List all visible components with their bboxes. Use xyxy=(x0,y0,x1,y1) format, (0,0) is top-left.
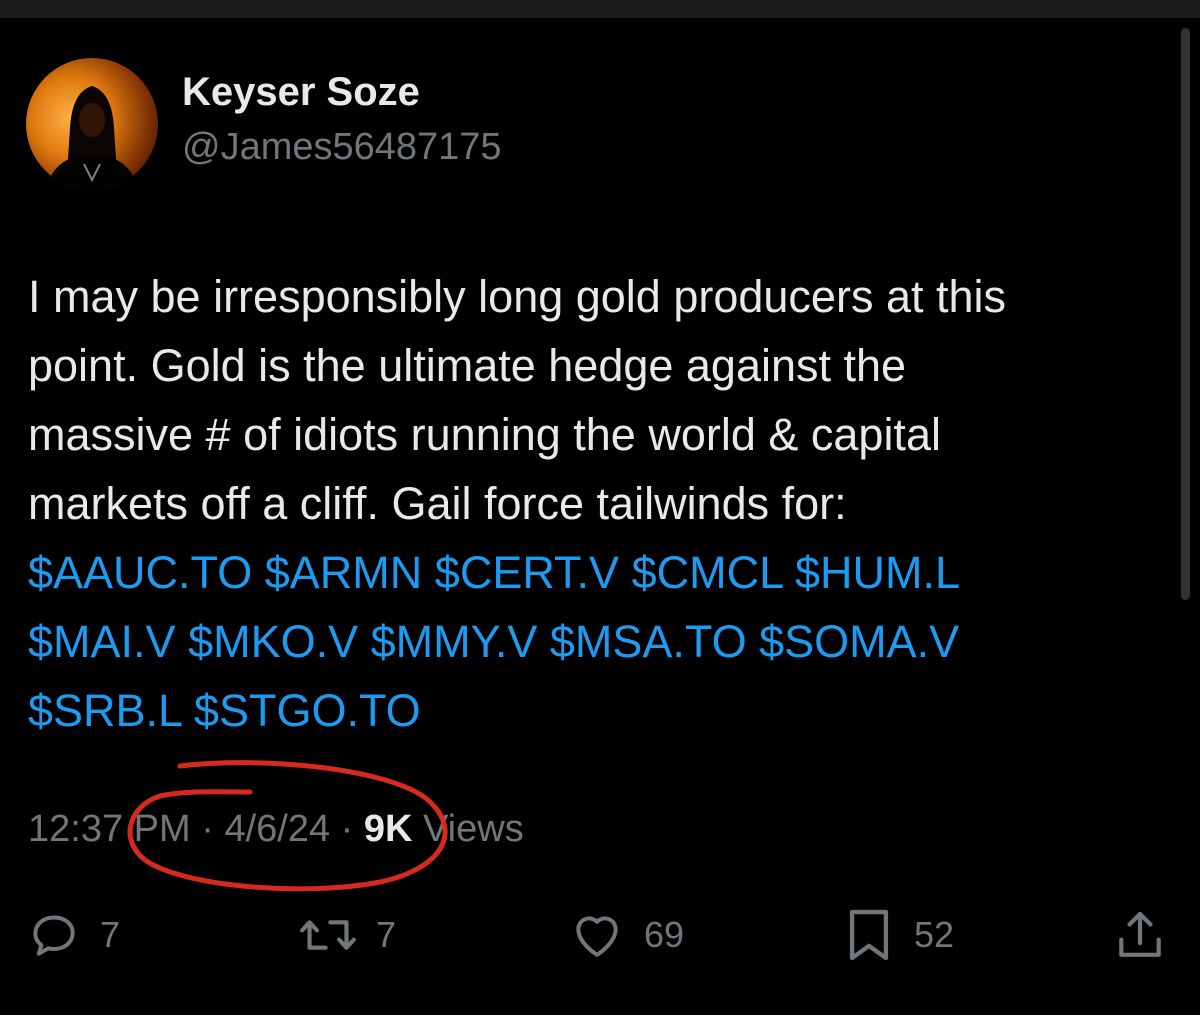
tweet-text-line: point. Gold is the ultimate hedge agains… xyxy=(28,340,907,391)
tweet-text: I may be irresponsibly long gold produce… xyxy=(28,262,1158,745)
reply-count: 7 xyxy=(100,914,121,955)
tweet-text-line: I may be irresponsibly long gold produce… xyxy=(28,271,1007,322)
reply-button[interactable]: 7 xyxy=(26,905,120,965)
cashtag-line: $SRB.L $STGO.TO xyxy=(28,676,1158,745)
repost-icon xyxy=(300,920,356,950)
share-button[interactable] xyxy=(1112,905,1168,965)
cashtag-link[interactable]: $STGO.TO xyxy=(194,685,421,736)
cashtag-link[interactable]: $MMY.V xyxy=(371,616,538,667)
like-button[interactable]: 69 xyxy=(568,905,684,965)
tweet-time[interactable]: 12:37 PM xyxy=(28,808,191,850)
profile-photo-icon xyxy=(46,86,138,190)
reply-icon xyxy=(33,915,75,956)
repost-button[interactable]: 7 xyxy=(298,905,396,965)
cashtag-link[interactable]: $ARMN xyxy=(265,547,423,598)
tweet-text-line: massive # of idiots running the world & … xyxy=(28,409,941,460)
scrollbar[interactable] xyxy=(1181,28,1190,600)
tweet-date[interactable]: 4/6/24 xyxy=(224,808,330,850)
repost-count: 7 xyxy=(376,914,397,955)
views-count[interactable]: 9K xyxy=(364,808,413,850)
author-display-name[interactable]: Keyser Soze xyxy=(182,70,420,115)
cashtag-line: $AAUC.TO $ARMN $CERT.V $CMCL $HUM.L xyxy=(28,538,1158,607)
meta-separator: · xyxy=(201,808,214,850)
cashtag-link[interactable]: $HUM.L xyxy=(795,547,960,598)
cashtag-link[interactable]: $MKO.V xyxy=(188,616,358,667)
cashtag-link[interactable]: $MSA.TO xyxy=(550,616,747,667)
views-label[interactable]: Views xyxy=(423,808,524,850)
cashtag-link[interactable]: $MAI.V xyxy=(28,616,176,667)
heart-icon xyxy=(576,916,618,957)
top-edge-bar xyxy=(0,0,1200,18)
like-count: 69 xyxy=(644,914,685,955)
tweet-text-line: markets off a cliff. Gail force tailwind… xyxy=(28,478,847,529)
bookmark-button[interactable]: 52 xyxy=(842,905,954,965)
bookmark-icon xyxy=(849,909,889,961)
cashtag-link[interactable]: $SOMA.V xyxy=(759,616,959,667)
avatar[interactable] xyxy=(26,58,158,190)
cashtag-link[interactable]: $CERT.V xyxy=(435,547,619,598)
cashtag-line: $MAI.V $MKO.V $MMY.V $MSA.TO $SOMA.V xyxy=(28,607,1158,676)
bookmark-count: 52 xyxy=(914,914,955,955)
cashtag-link[interactable]: $SRB.L xyxy=(28,685,181,736)
meta-separator: · xyxy=(340,808,354,850)
cashtag-link[interactable]: $CMCL xyxy=(632,547,783,598)
author-handle[interactable]: @James56487175 xyxy=(182,126,502,169)
tweet-meta: 12:37 PM · 4/6/24 · 9K Views xyxy=(28,808,524,851)
share-icon xyxy=(1119,911,1161,957)
cashtag-link[interactable]: $AAUC.TO xyxy=(28,547,252,598)
